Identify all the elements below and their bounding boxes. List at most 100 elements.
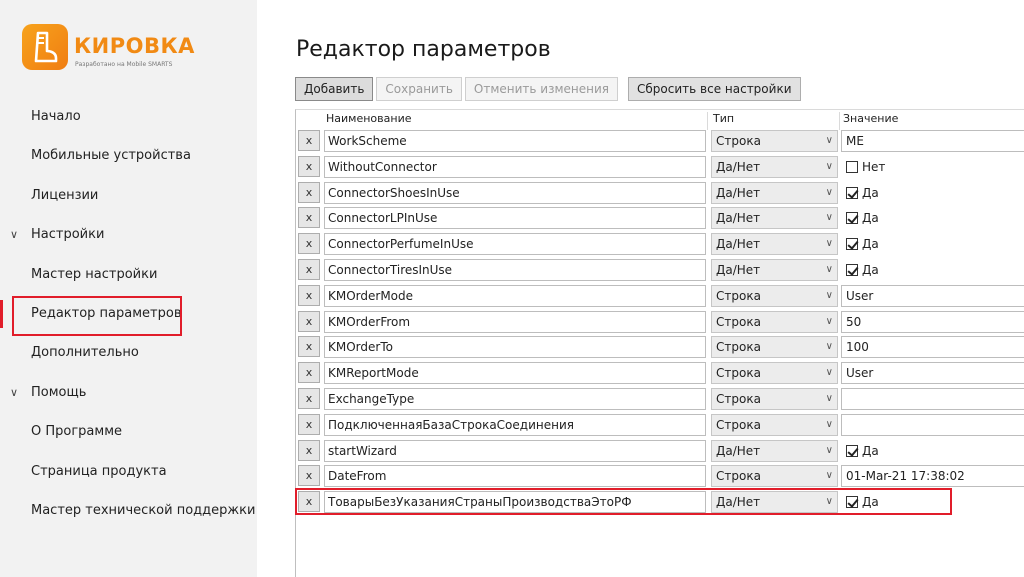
- parameter-value-checkbox[interactable]: Да: [841, 207, 1024, 229]
- parameter-value-field[interactable]: 100: [841, 336, 1024, 359]
- table-row: x KMOrderFrom Строка ∨ 50: [296, 309, 1024, 335]
- parameter-value-field[interactable]: ME: [841, 130, 1024, 152]
- parameter-name-field[interactable]: KMReportMode: [324, 362, 706, 385]
- parameter-type-select[interactable]: Строка ∨: [711, 362, 838, 385]
- parameter-name-field[interactable]: ExchangeType: [324, 387, 706, 410]
- sidebar-item-home[interactable]: Начало: [0, 97, 257, 136]
- delete-row-button[interactable]: x: [298, 362, 320, 384]
- parameter-type-select[interactable]: Строка ∨: [711, 465, 838, 488]
- parameter-value-checkbox[interactable]: Да: [841, 233, 1024, 255]
- add-button[interactable]: Добавить: [295, 77, 374, 101]
- parameter-name-field[interactable]: KMOrderTo: [324, 336, 706, 359]
- parameter-name-field[interactable]: DateFrom: [324, 465, 706, 488]
- parameter-value-label: Да: [862, 185, 879, 200]
- sidebar-item-setup-wizard[interactable]: Мастер настройки: [0, 255, 257, 294]
- parameter-name-field[interactable]: KMOrderFrom: [324, 310, 706, 333]
- delete-row-button[interactable]: x: [298, 387, 320, 409]
- parameter-type-select[interactable]: Строка ∨: [711, 387, 838, 410]
- sidebar-group-settings[interactable]: ∨ Настройки: [0, 215, 257, 254]
- sidebar-item-mobile-devices[interactable]: Мобильные устройства: [0, 136, 257, 175]
- parameter-value-checkbox[interactable]: Нет: [841, 156, 1024, 178]
- delete-row-button[interactable]: x: [298, 181, 320, 203]
- parameter-type-value: Да/Нет: [716, 185, 761, 200]
- parameter-type-value: Строка: [716, 417, 761, 432]
- parameter-value-checkbox[interactable]: Да: [841, 182, 1024, 204]
- chevron-down-icon: ∨: [825, 341, 833, 353]
- table-row: x startWizard Да/Нет ∨ Да: [296, 438, 1024, 464]
- parameter-name-field[interactable]: ConnectorShoesInUse: [324, 181, 706, 204]
- parameter-type-select[interactable]: Строка ∨: [711, 284, 838, 307]
- parameter-value-field[interactable]: User: [841, 362, 1024, 385]
- parameter-value-field[interactable]: [841, 387, 1024, 410]
- parameter-value-field[interactable]: User: [841, 284, 1024, 307]
- parameter-type-value: Да/Нет: [716, 262, 761, 277]
- checkbox-icon: [846, 263, 858, 276]
- chevron-down-icon: ∨: [825, 367, 833, 379]
- parameter-value-label: Да: [862, 262, 879, 277]
- parameter-type-select[interactable]: Да/Нет ∨: [711, 233, 838, 256]
- table-row: x DateFrom Строка ∨ 01-Mar-21 17:38:02: [296, 463, 1024, 489]
- table-row: x WithoutConnector Да/Нет ∨ Нет: [296, 154, 1024, 180]
- parameter-name-field[interactable]: ConnectorTiresInUse: [324, 258, 706, 281]
- parameter-value-checkbox[interactable]: Да: [841, 440, 1024, 462]
- delete-row-button[interactable]: x: [298, 465, 320, 487]
- parameter-name-field[interactable]: ConnectorLPInUse: [324, 207, 706, 230]
- sidebar-item-about[interactable]: О Программе: [0, 412, 257, 451]
- parameter-name-field[interactable]: WorkScheme: [324, 130, 706, 152]
- sidebar-item-additional[interactable]: Дополнительно: [0, 333, 257, 372]
- parameter-name-field[interactable]: KMOrderMode: [324, 284, 706, 307]
- delete-row-button[interactable]: x: [298, 207, 320, 229]
- parameter-type-select[interactable]: Строка ∨: [711, 130, 838, 152]
- delete-row-button[interactable]: x: [298, 258, 320, 280]
- cancel-changes-button[interactable]: Отменить изменения: [464, 77, 619, 101]
- sidebar-item-label: Мастер настройки: [31, 266, 158, 282]
- parameter-type-value: Строка: [716, 340, 761, 355]
- parameter-value-checkbox[interactable]: Да: [841, 259, 1024, 281]
- parameter-value-field[interactable]: [841, 413, 1024, 436]
- parameter-type-select[interactable]: Да/Нет ∨: [711, 439, 838, 462]
- delete-row-button[interactable]: x: [298, 336, 320, 358]
- parameter-type-select[interactable]: Да/Нет ∨: [711, 155, 838, 178]
- parameter-type-value: Да/Нет: [716, 443, 761, 458]
- delete-row-button[interactable]: x: [298, 310, 320, 332]
- parameter-type-value: Да/Нет: [716, 159, 761, 174]
- column-header-type[interactable]: Тип: [713, 112, 734, 125]
- sidebar-item-licenses[interactable]: Лицензии: [0, 176, 257, 215]
- table-row: x ПодключеннаяБазаСтрокаСоединения Строка ∨: [296, 412, 1024, 438]
- delete-row-button[interactable]: x: [298, 284, 320, 306]
- parameter-name-field[interactable]: ConnectorPerfumeInUse: [324, 233, 706, 256]
- parameter-type-value: Строка: [716, 288, 761, 303]
- parameter-type-select[interactable]: Строка ∨: [711, 413, 838, 436]
- column-header-value[interactable]: Значение: [843, 112, 898, 125]
- parameter-name-field[interactable]: ПодключеннаяБазаСтрокаСоединения: [324, 413, 706, 436]
- parameter-type-select[interactable]: Да/Нет ∨: [711, 181, 838, 204]
- delete-row-button[interactable]: x: [298, 413, 320, 435]
- sidebar-group-help[interactable]: ∨ Помощь: [0, 373, 257, 412]
- sidebar-item-label: Мастер технической поддержки: [31, 502, 256, 518]
- delete-row-button[interactable]: x: [298, 130, 320, 151]
- table-row: x WorkScheme Строка ∨ ME: [296, 128, 1024, 154]
- brand-name: КИРОВКА: [74, 34, 195, 58]
- chevron-down-icon: ∨: [825, 470, 833, 482]
- save-button[interactable]: Сохранить: [376, 77, 462, 101]
- delete-row-button[interactable]: x: [298, 439, 320, 461]
- sidebar-item-support-wizard[interactable]: Мастер технической поддержки: [0, 491, 257, 530]
- sidebar-item-label: Помощь: [31, 384, 87, 400]
- toolbar: Добавить Сохранить Отменить изменения Сброс…: [295, 77, 804, 101]
- column-header-name[interactable]: Наименование: [326, 112, 411, 125]
- delete-row-button[interactable]: x: [298, 233, 320, 255]
- parameter-type-select[interactable]: Да/Нет ∨: [711, 258, 838, 281]
- parameter-value-field[interactable]: 50: [841, 310, 1024, 333]
- checkbox-icon: [846, 238, 858, 251]
- parameter-value-label: Да: [862, 237, 879, 252]
- parameter-name-field[interactable]: startWizard: [324, 439, 706, 462]
- sidebar-item-product-page[interactable]: Страница продукта: [0, 452, 257, 491]
- parameter-value-label: Да: [862, 443, 879, 458]
- parameter-value-field[interactable]: 01-Mar-21 17:38:02: [841, 465, 1024, 488]
- parameter-type-select[interactable]: Строка ∨: [711, 310, 838, 333]
- parameter-name-field[interactable]: WithoutConnector: [324, 155, 706, 178]
- delete-row-button[interactable]: x: [298, 155, 320, 177]
- reset-settings-button[interactable]: Сбросить все настройки: [628, 77, 801, 101]
- parameter-type-select[interactable]: Да/Нет ∨: [711, 207, 838, 230]
- parameter-type-select[interactable]: Строка ∨: [711, 336, 838, 359]
